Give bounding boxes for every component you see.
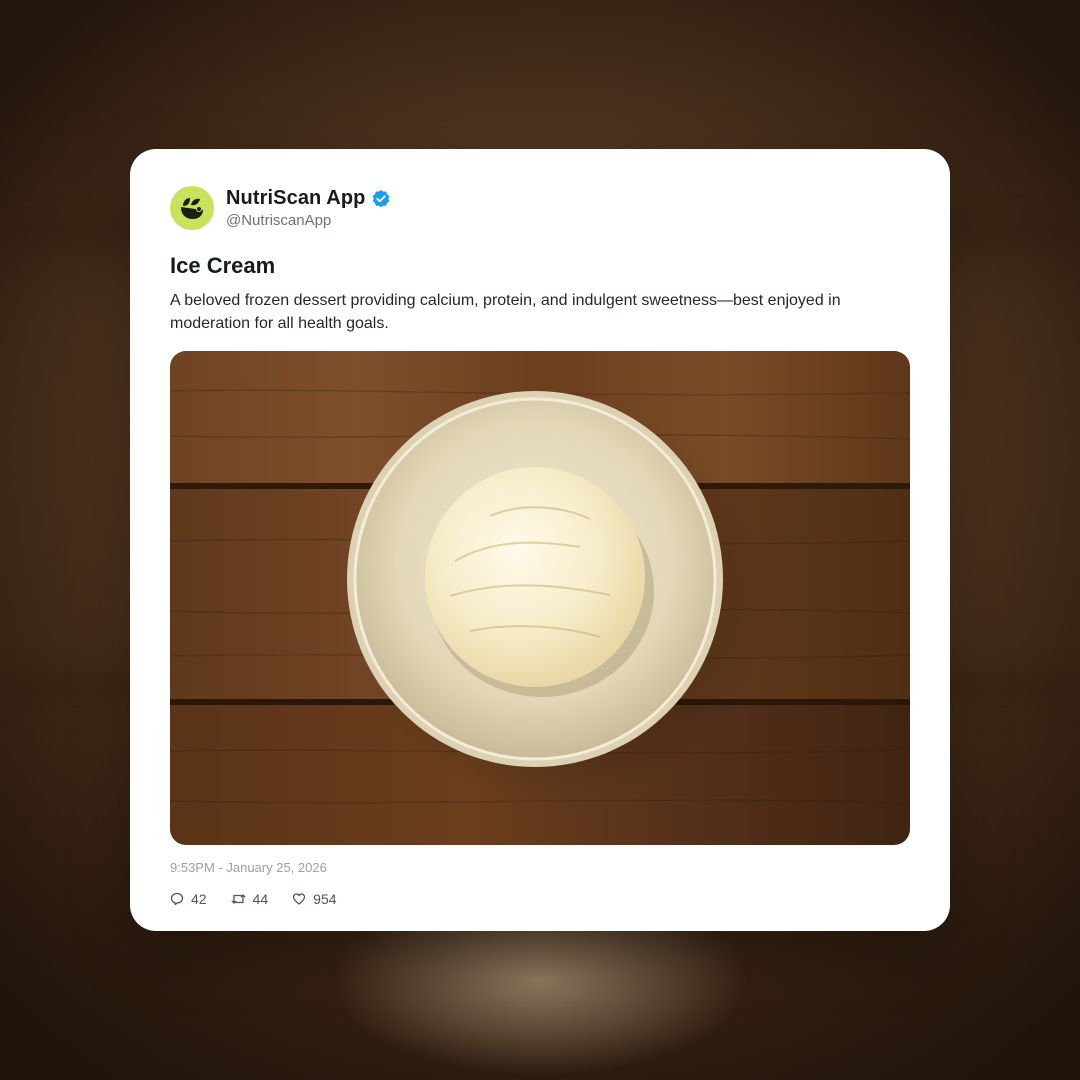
avatar[interactable] (170, 186, 214, 230)
account-handle[interactable]: @NutriscanApp (226, 212, 391, 229)
like-count: 954 (313, 891, 337, 907)
display-name[interactable]: NutriScan App (226, 187, 365, 210)
ice-cream-bowl-illustration (170, 351, 910, 845)
name-row: NutriScan App (226, 187, 391, 210)
comment-icon (170, 892, 184, 906)
leaf-logo-icon (181, 198, 203, 219)
post-header: NutriScan App @NutriscanApp (170, 185, 910, 231)
account-names: NutriScan App @NutriscanApp (226, 187, 391, 229)
reply-count: 42 (191, 891, 207, 907)
post-body: A beloved frozen dessert providing calci… (170, 292, 841, 332)
post-timestamp[interactable]: 9:53PM - January 25, 2026 (170, 860, 910, 875)
repost-icon (231, 894, 246, 904)
post-card: NutriScan App @NutriscanApp Ice Cream A … (130, 149, 950, 931)
like-button[interactable]: 954 (292, 891, 337, 907)
heart-icon (293, 893, 306, 905)
post-title: Ice Cream (170, 253, 276, 278)
verified-badge-icon (371, 189, 391, 209)
repost-button[interactable]: 44 (231, 891, 269, 907)
engagement-stats: 42 44 954 (170, 891, 910, 907)
repost-count: 44 (252, 891, 269, 907)
ice-cream-photo[interactable] (170, 351, 910, 845)
reply-button[interactable]: 42 (170, 891, 207, 907)
